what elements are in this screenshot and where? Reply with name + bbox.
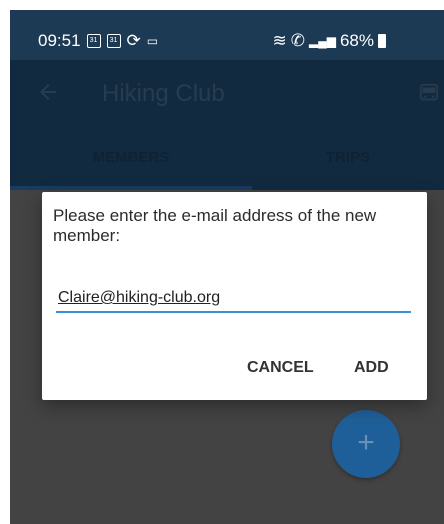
cancel-button[interactable]: CANCEL (247, 352, 314, 384)
input-underline (56, 311, 411, 313)
call-icon: ✆ (290, 31, 305, 50)
calendar-icon: 31 (86, 34, 101, 48)
add-member-dialog: Please enter the e-mail address of the n… (42, 192, 427, 400)
add-member-fab[interactable]: + (332, 410, 400, 478)
status-bar: 09:51 31 31 ⟳ ▭ ≋ ✆ ▂▄▆ 68% (10, 10, 444, 60)
status-time: 09:51 (38, 31, 81, 50)
phone-screen: 09:51 31 31 ⟳ ▭ ≋ ✆ ▂▄▆ 68% Hiking Club … (10, 10, 444, 524)
dialog-message: Please enter the e-mail address of the n… (53, 206, 377, 245)
add-button[interactable]: ADD (354, 352, 389, 384)
battery-icon (378, 34, 386, 48)
status-right: ≋ ✆ ▂▄▆ 68% (272, 31, 386, 51)
signal-icon: ▂▄▆ (309, 34, 336, 48)
wifi-icon: ≋ (272, 31, 287, 50)
battery-percent: 68% (339, 31, 374, 50)
sync-icon: ⟳ (126, 31, 141, 50)
status-left: 09:51 31 31 ⟳ ▭ (38, 31, 158, 51)
calendar-icon: 31 (106, 34, 121, 48)
plus-icon: + (357, 426, 375, 459)
email-input[interactable] (56, 284, 415, 312)
voicemail-icon: ▭ (146, 34, 159, 48)
